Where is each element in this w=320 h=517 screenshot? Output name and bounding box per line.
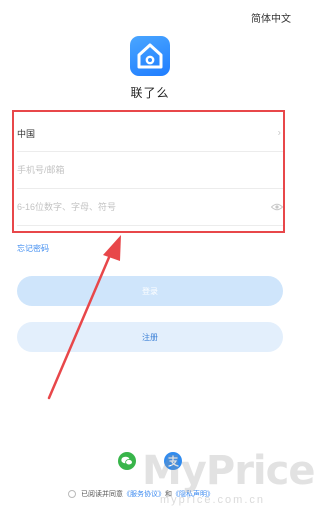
agreement-prefix: 已阅读并同意: [81, 491, 123, 498]
wechat-login-button[interactable]: [118, 452, 136, 470]
watermark-brand: MyPrice: [142, 448, 315, 494]
watermark-url: myprice.com.cn: [160, 494, 266, 506]
agreement-checkbox[interactable]: [68, 490, 76, 498]
wechat-icon: [121, 456, 133, 466]
annotation-arrow: [47, 235, 121, 400]
